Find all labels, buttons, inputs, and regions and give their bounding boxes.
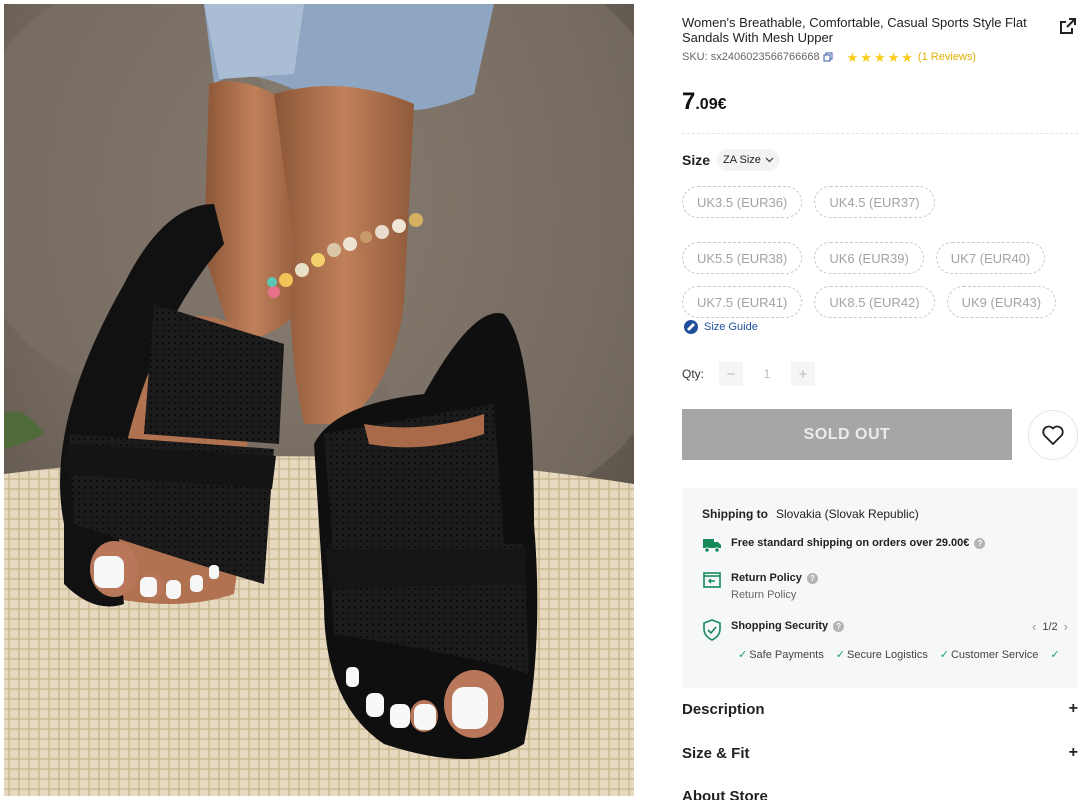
star-icon: ★	[901, 49, 913, 65]
rating-stars[interactable]: ★ ★ ★ ★ ★	[846, 49, 913, 65]
description-title: Description	[682, 700, 765, 718]
return-icon	[702, 571, 722, 591]
check-icon: ✓	[835, 649, 846, 661]
heart-icon	[1042, 425, 1064, 445]
help-icon[interactable]: ?	[974, 538, 986, 549]
shopping-security-title: Shopping Security	[731, 620, 829, 632]
about-store-accordion[interactable]: About Store	[682, 788, 1078, 800]
help-icon[interactable]: ?	[806, 573, 818, 584]
size-system-value: ZA Size	[723, 154, 761, 166]
chevron-down-icon	[765, 157, 774, 163]
size-guide-link[interactable]: Size Guide	[684, 320, 758, 334]
star-icon: ★	[873, 49, 886, 65]
size-system-select[interactable]: ZA Size	[717, 149, 780, 171]
quantity-row: Qty: − 1 +	[682, 362, 816, 386]
size-option[interactable]: UK9 (EUR43)	[946, 286, 1057, 318]
return-policy-title: Return Policy	[731, 572, 802, 584]
help-icon[interactable]: ?	[833, 621, 845, 632]
size-option[interactable]: UK8.5 (EUR42)	[814, 286, 935, 318]
share-icon[interactable]	[1058, 16, 1078, 36]
check-icon: ✓	[1050, 649, 1060, 661]
plus-icon: +	[1068, 744, 1078, 761]
security-tag: ✓ Safe Payments	[738, 649, 824, 661]
size-option[interactable]: UK7 (EUR40)	[935, 242, 1046, 274]
wishlist-button[interactable]	[1028, 410, 1078, 460]
size-option[interactable]: UK6 (EUR39)	[814, 242, 924, 274]
size-label: Size	[682, 152, 711, 168]
shield-icon	[702, 619, 722, 641]
truck-icon	[702, 536, 722, 556]
description-accordion[interactable]: Description +	[682, 700, 1078, 718]
size-guide-label: Size Guide	[704, 321, 758, 333]
price-decimal: .09€	[695, 96, 727, 113]
check-icon: ✓	[738, 649, 748, 661]
size-option[interactable]: UK7.5 (EUR41)	[682, 286, 803, 318]
return-policy-line[interactable]: Return Policy? Return Policy	[702, 571, 818, 602]
size-guide-icon	[684, 320, 698, 334]
sold-out-button[interactable]: SOLD OUT	[682, 409, 1012, 460]
shipping-to-label: Shipping to	[702, 507, 768, 521]
shipping-to[interactable]: Shipping to Slovakia (Slovak Republic)	[702, 507, 919, 521]
qty-label: Qty:	[682, 367, 705, 381]
price-integer: 7	[682, 88, 696, 115]
product-image[interactable]	[4, 4, 634, 796]
divider	[682, 133, 1078, 134]
plus-icon: +	[1068, 700, 1078, 717]
size-option[interactable]: UK3.5 (EUR36)	[682, 186, 803, 218]
security-tag: ✓ Customer Service	[939, 649, 1039, 661]
size-option[interactable]: UK4.5 (EUR37)	[814, 186, 935, 218]
sku-row: SKU: sx2406023566766668 ★ ★ ★ ★ ★ (1 Rev…	[682, 49, 976, 65]
free-shipping-line: Free standard shipping on orders over 29…	[702, 536, 986, 556]
security-tags: ✓ Safe Payments ✓ Secure Logistics ✓ Custom…	[738, 648, 1062, 661]
product-info-panel: Women's Breathable, Comfortable, Casual …	[682, 0, 1080, 800]
shipping-info: Shipping to Slovakia (Slovak Republic) Fr…	[682, 488, 1078, 688]
star-icon: ★	[860, 49, 872, 65]
size-fit-title: Size & Fit	[682, 744, 750, 762]
security-tag: ✓ Secure Logistics	[835, 649, 928, 661]
sku-value: sx2406023566766668	[710, 51, 820, 63]
check-icon: ✓	[939, 649, 949, 661]
reviews-link[interactable]: (1 Reviews)	[918, 51, 976, 63]
return-policy-subtitle: Return Policy	[731, 589, 797, 601]
product-title: Women's Breathable, Comfortable, Casual …	[682, 15, 1027, 45]
star-icon: ★	[846, 49, 859, 65]
shipping-country: Slovakia (Slovak Republic)	[775, 507, 919, 521]
size-header: Size ZA Size	[682, 149, 780, 171]
about-store-title: About Store	[682, 788, 768, 800]
price: 7.09€	[682, 88, 727, 116]
shopping-security-line: Shopping Security?	[702, 619, 845, 641]
star-icon: ★	[887, 49, 900, 65]
free-shipping-text: Free standard shipping on orders over 29…	[731, 537, 970, 549]
pager-text: 1/2	[1042, 620, 1058, 633]
qty-increment-button[interactable]: +	[791, 362, 816, 386]
sku-label: SKU:	[682, 51, 708, 63]
size-options: UK3.5 (EUR36) UK4.5 (EUR37) UK5.5 (EUR38…	[682, 186, 1078, 318]
size-option[interactable]: UK5.5 (EUR38)	[682, 242, 803, 274]
chevron-right-icon[interactable]: ›	[1064, 619, 1068, 634]
qty-decrement-button[interactable]: −	[719, 362, 744, 386]
security-pager: ‹ 1/2 ›	[1032, 619, 1068, 634]
copy-icon[interactable]	[823, 52, 833, 62]
size-fit-accordion[interactable]: Size & Fit +	[682, 744, 1078, 762]
qty-value[interactable]: 1	[743, 362, 791, 386]
chevron-left-icon[interactable]: ‹	[1032, 619, 1036, 634]
